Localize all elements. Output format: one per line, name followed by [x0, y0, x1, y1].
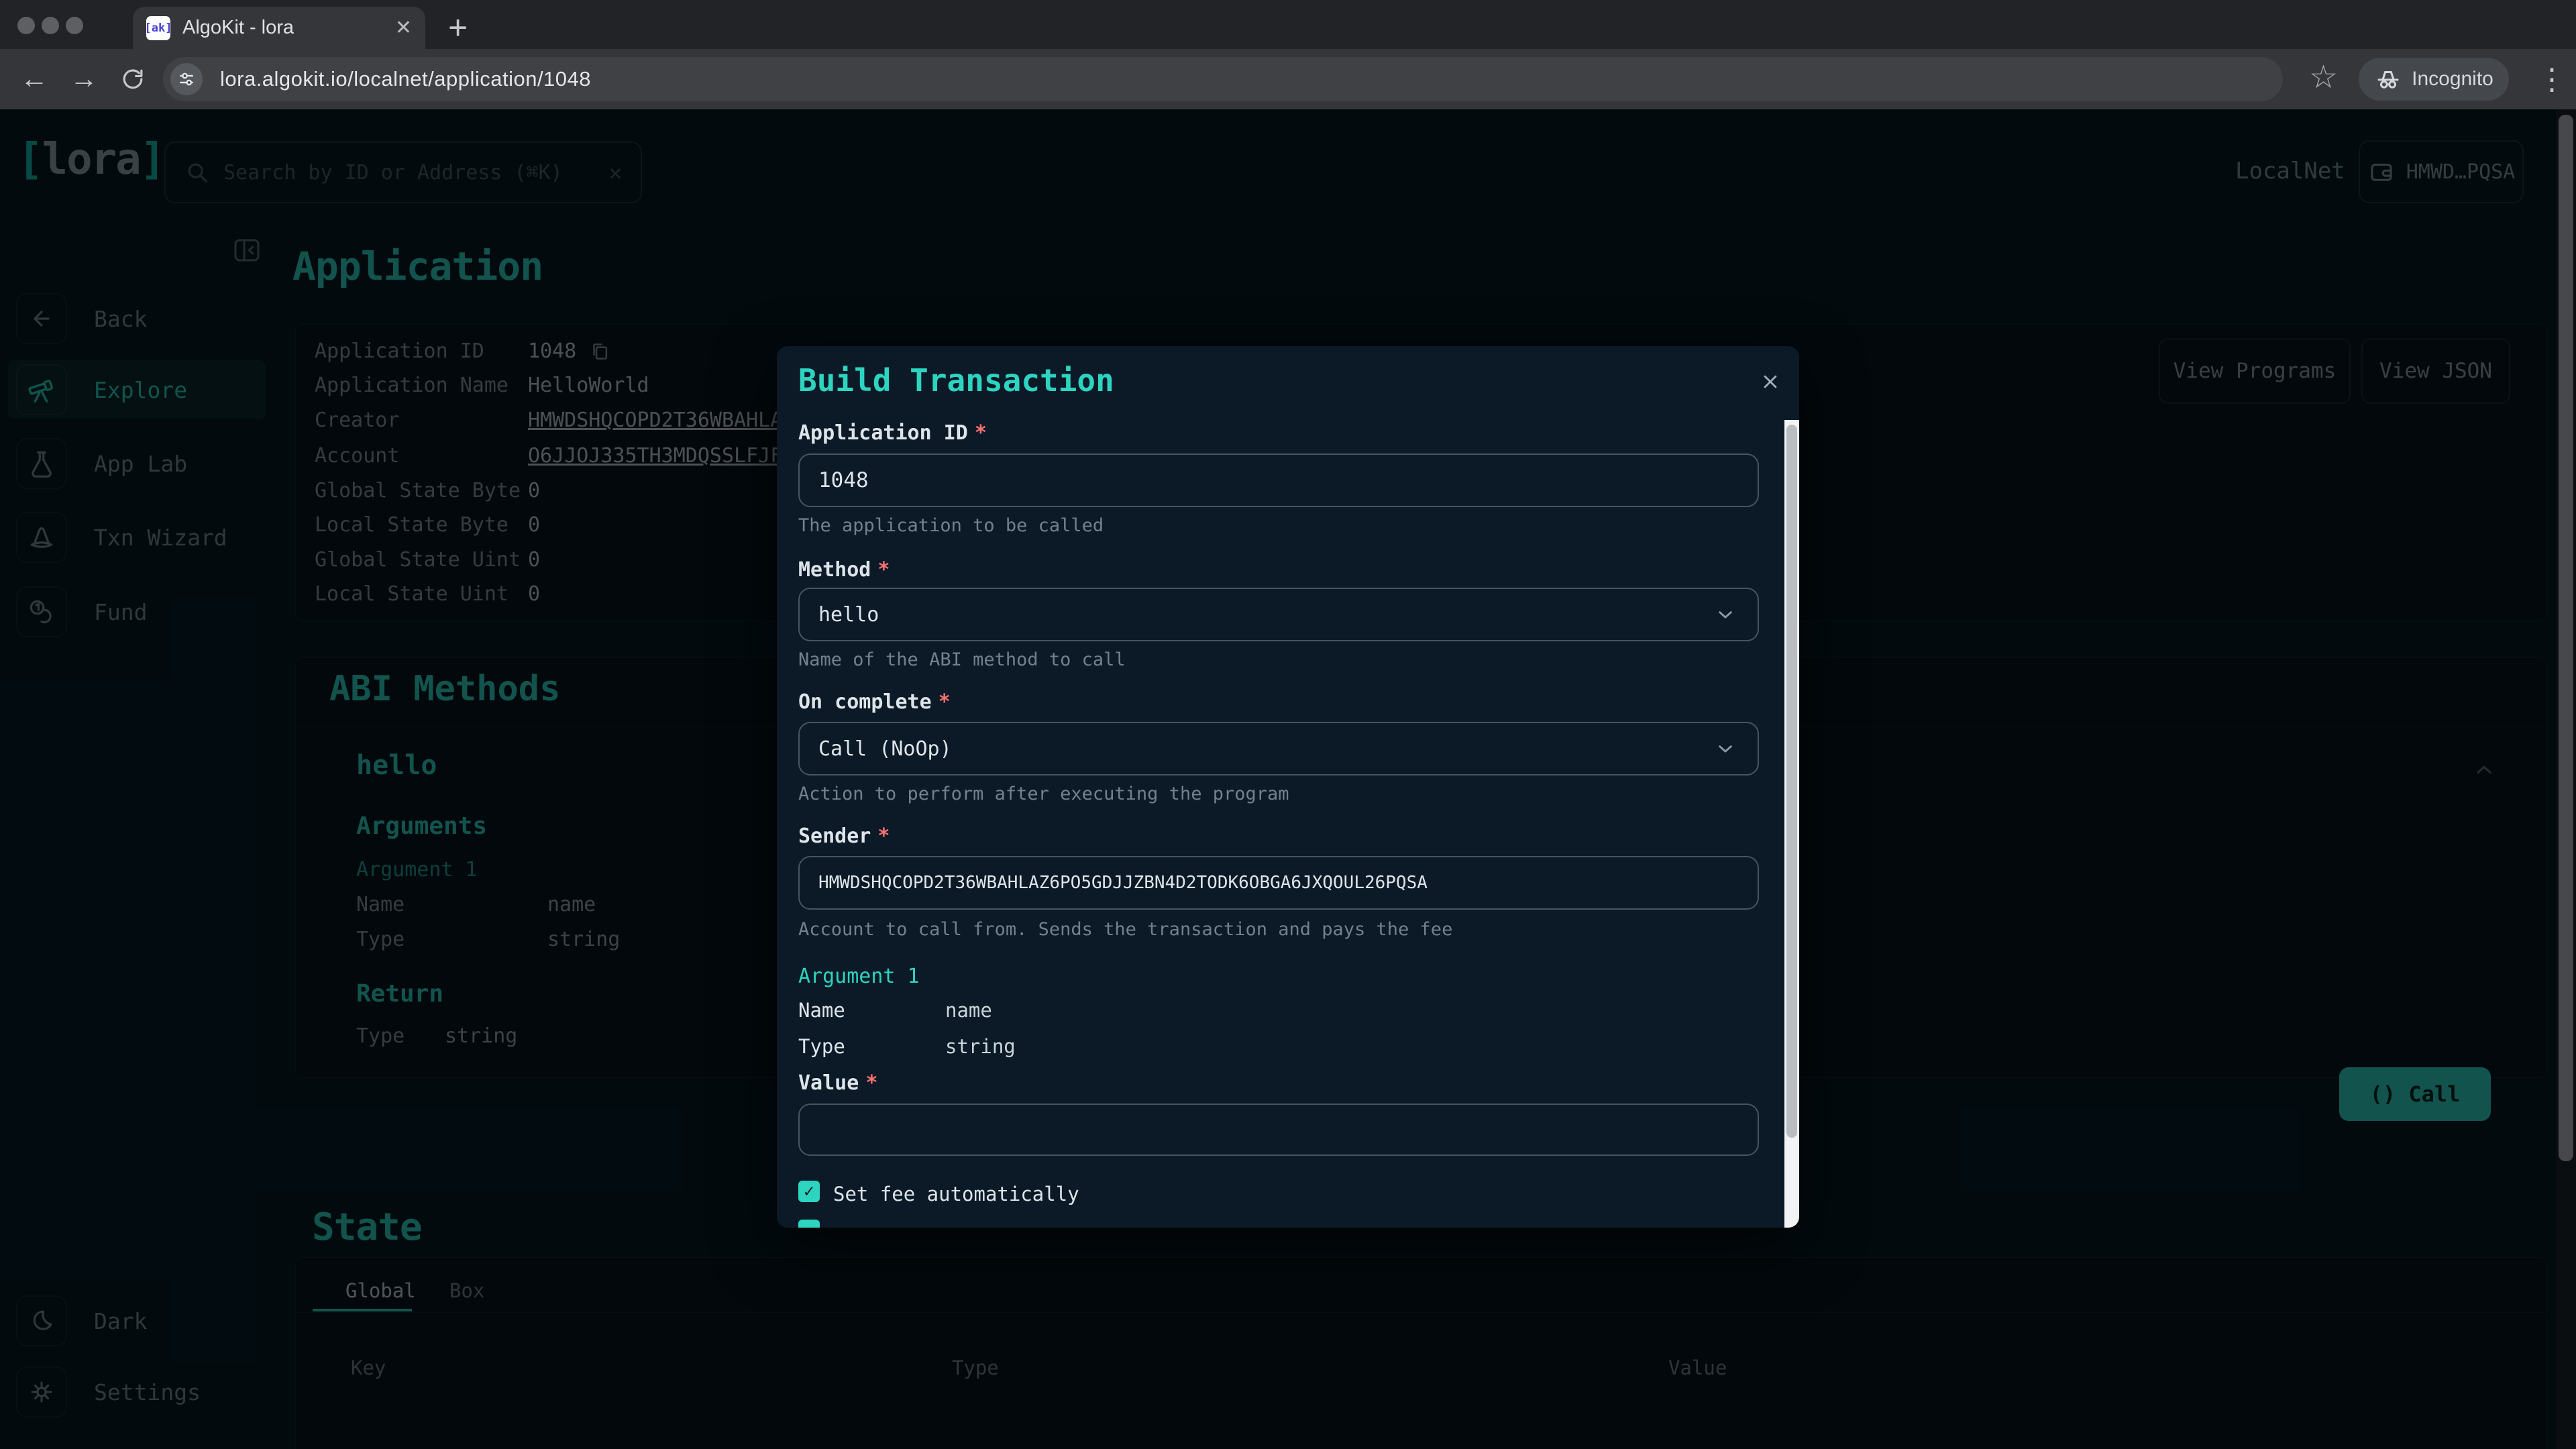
clipped-checkbox[interactable]: [798, 1220, 820, 1228]
chevron-down-icon: [1712, 601, 1739, 628]
traffic-light-close[interactable]: [17, 17, 35, 34]
sender-helper: Account to call from. Sends the transact…: [798, 919, 1452, 940]
modal-scrollbar-thumb[interactable]: [1786, 425, 1797, 1138]
screen: [ak] AlgoKit - lora ✕ + ← → lora.algokit…: [0, 0, 2576, 1449]
incognito-icon: [2374, 65, 2402, 93]
browser-menu-icon[interactable]: ⋮: [2537, 62, 2567, 97]
on-complete-select[interactable]: Call (NoOp): [798, 722, 1759, 775]
tab-favicon: [ak]: [146, 16, 170, 40]
back-icon[interactable]: ←: [20, 62, 48, 95]
app-id-helper: The application to be called: [798, 515, 1104, 536]
new-tab-icon[interactable]: +: [448, 8, 468, 47]
traffic-light-zoom[interactable]: [66, 17, 83, 34]
fee-checkbox[interactable]: ✓: [798, 1181, 820, 1202]
browser-toolbar: ← → lora.algokit.io/localnet/application…: [0, 49, 2576, 109]
forward-icon[interactable]: →: [70, 62, 98, 95]
dialog-close-icon[interactable]: [1758, 369, 1783, 394]
method-select[interactable]: hello: [798, 588, 1759, 641]
url-text[interactable]: lora.algokit.io/localnet/application/104…: [220, 67, 591, 91]
fee-checkbox-label[interactable]: Set fee automatically: [833, 1183, 1079, 1205]
method-label: Method*: [798, 558, 890, 582]
browser-tab-strip: [ak] AlgoKit - lora ✕ +: [0, 0, 2576, 49]
modal-scrollbar[interactable]: [1784, 420, 1799, 1228]
bookmark-star-icon[interactable]: ☆: [2309, 58, 2338, 96]
method-helper: Name of the ABI method to call: [798, 649, 1126, 670]
incognito-label: Incognito: [2412, 68, 2493, 91]
on-complete-helper: Action to perform after executing the pr…: [798, 784, 1289, 804]
incognito-badge: Incognito: [2359, 58, 2509, 101]
sender-input[interactable]: [798, 856, 1759, 910]
argument-name-row: Namename: [798, 999, 845, 1022]
page-scrollbar[interactable]: [2556, 109, 2576, 1449]
app-id-input[interactable]: [798, 453, 1759, 507]
tab-close-icon[interactable]: ✕: [395, 18, 412, 38]
tab-title: AlgoKit - lora: [182, 17, 395, 39]
chevron-down-icon: [1712, 735, 1739, 762]
on-complete-label: On complete*: [798, 690, 951, 714]
sender-label: Sender*: [798, 824, 890, 848]
reload-icon[interactable]: [118, 64, 148, 94]
build-transaction-dialog: Build Transaction Application ID* The ap…: [777, 346, 1799, 1228]
site-info-icon[interactable]: [170, 63, 203, 95]
url-bar[interactable]: lora.algokit.io/localnet/application/104…: [163, 57, 2283, 101]
lora-app: [lora] ✕ LocalNet HMWD…PQSA: [0, 109, 2576, 1449]
dialog-title: Build Transaction: [798, 362, 1114, 398]
browser-tab[interactable]: [ak] AlgoKit - lora ✕: [133, 7, 425, 49]
value-label: Value*: [798, 1071, 877, 1095]
app-id-label: Application ID*: [798, 421, 987, 445]
page-scrollbar-thumb[interactable]: [2559, 115, 2573, 1161]
argument-title: Argument 1: [798, 965, 920, 988]
value-input[interactable]: [798, 1104, 1759, 1156]
argument-type-row: Typestring: [798, 1035, 845, 1058]
traffic-light-minimize[interactable]: [42, 17, 59, 34]
